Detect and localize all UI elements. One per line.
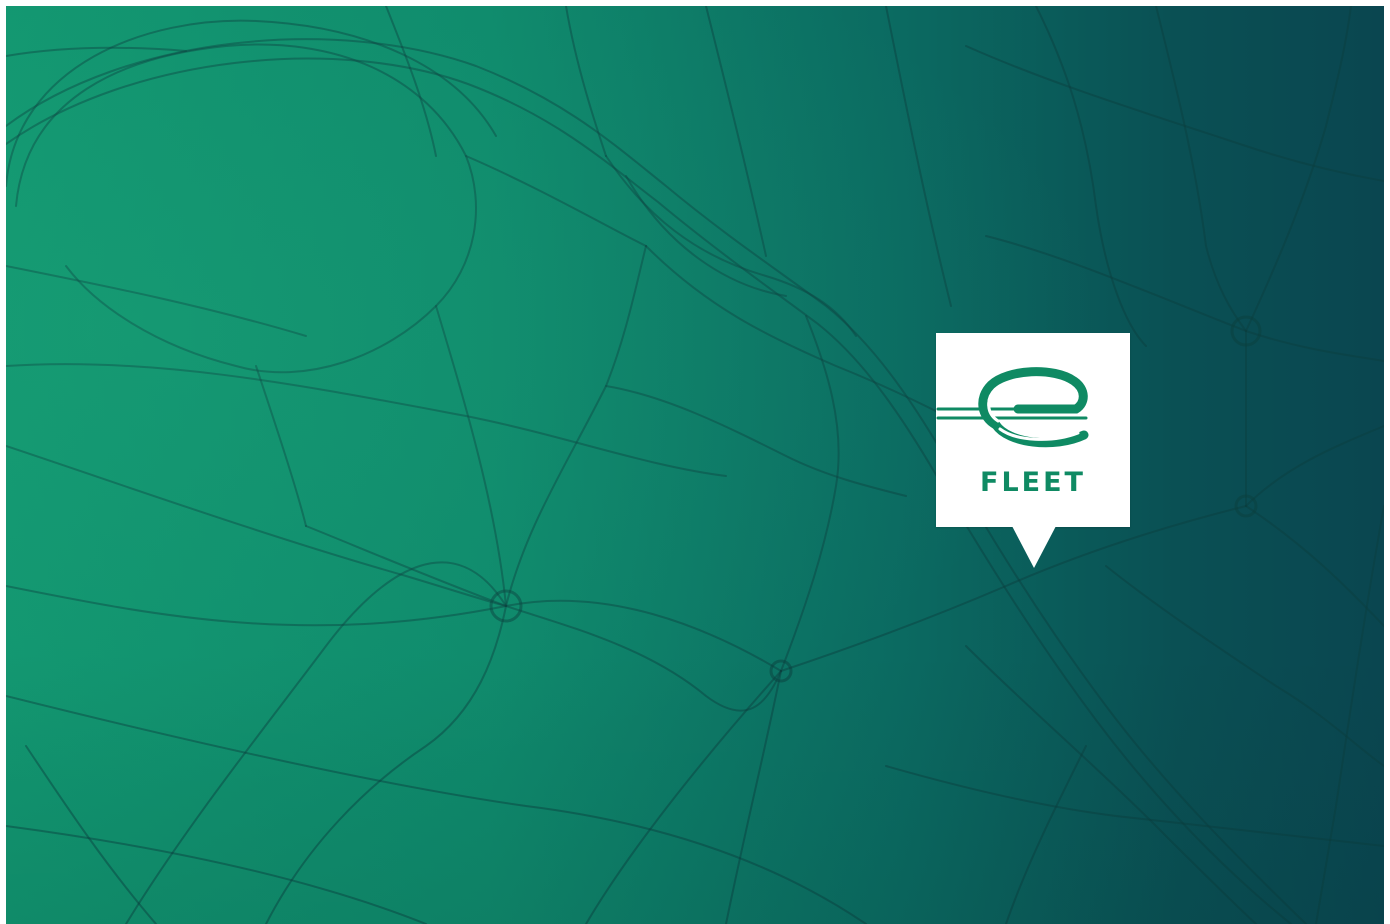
street: [435, 305, 507, 607]
street: [725, 670, 782, 924]
map-pin-pointer: [1012, 526, 1056, 568]
street: [6, 825, 427, 924]
street: [255, 365, 307, 527]
street: [6, 265, 307, 337]
street: [385, 6, 437, 157]
street: [965, 645, 1257, 924]
street: [780, 315, 840, 672]
loop-road: [15, 43, 477, 374]
street: [885, 6, 952, 307]
street: [645, 245, 967, 427]
fleet-cover-card: FLEET: [6, 6, 1384, 924]
street: [6, 585, 782, 672]
page: FLEET: [0, 0, 1390, 924]
brand-name: FLEET: [980, 467, 1086, 498]
street: [6, 445, 507, 607]
street: [1035, 6, 1147, 347]
street: [6, 695, 867, 924]
street: [1005, 745, 1087, 924]
enterprise-e-logo-icon: [936, 367, 1089, 448]
street: [25, 745, 157, 924]
street: [1245, 505, 1384, 627]
street: [965, 45, 1384, 182]
street: [505, 245, 647, 607]
street: [465, 155, 647, 247]
street: [505, 605, 782, 712]
street: [6, 363, 727, 477]
street: [305, 525, 507, 607]
street: [1105, 565, 1384, 767]
street: [1155, 6, 1247, 332]
street: [1245, 425, 1384, 507]
map-pin-label: FLEET: [936, 333, 1130, 527]
street: [605, 385, 907, 497]
highway-ramp: [605, 155, 857, 337]
street: [1245, 6, 1352, 332]
street: [705, 6, 767, 257]
street-map-background: [6, 6, 1384, 924]
